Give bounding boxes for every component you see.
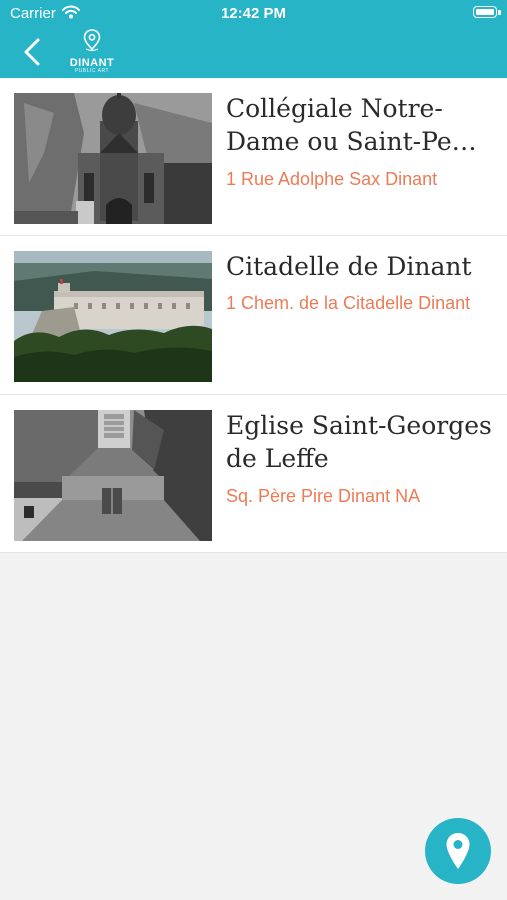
place-address: 1 Chem. de la Citadelle Dinant [226, 293, 471, 313]
battery-tip [498, 10, 501, 15]
logo-subtitle: PUBLIC ART [74, 68, 110, 74]
status-time: 12:42 PM [220, 5, 287, 22]
map-pin-icon [446, 833, 470, 869]
place-address: Sq. Père Pire Dinant NA [226, 486, 421, 506]
list-item[interactable]: Collégiale Notre-Dame ou Saint-Pe… 1 Rue… [0, 78, 507, 236]
place-photo [14, 93, 212, 224]
header-bar: Carrier 12:42 PM DINANT PUBLIC ART [0, 0, 507, 78]
place-name: Citadelle de Dinant [226, 252, 472, 281]
places-list: Collégiale Notre-Dame ou Saint-Pe… 1 Rue… [0, 78, 507, 553]
place-name: Collégiale Notre-Dame ou Saint-Pe… [226, 94, 477, 156]
list-item[interactable]: Eglise Saint-Georges de Leffe Sq. Père P… [0, 395, 507, 553]
status-bar: Carrier 12:42 PM [0, 0, 507, 28]
list-item[interactable]: Citadelle de Dinant 1 Chem. de la Citade… [0, 236, 507, 395]
place-photo [14, 410, 212, 541]
app-logo: DINANT PUBLIC ART [66, 28, 118, 74]
map-pin-icon [83, 29, 101, 52]
map-button[interactable] [425, 818, 491, 884]
place-name: Eglise Saint-Georges de Leffe [226, 411, 492, 473]
place-address: 1 Rue Adolphe Sax Dinant [226, 169, 438, 189]
chevron-left-icon [24, 38, 40, 66]
battery-icon [473, 6, 497, 18]
back-button[interactable] [18, 36, 48, 68]
place-photo [14, 251, 212, 382]
